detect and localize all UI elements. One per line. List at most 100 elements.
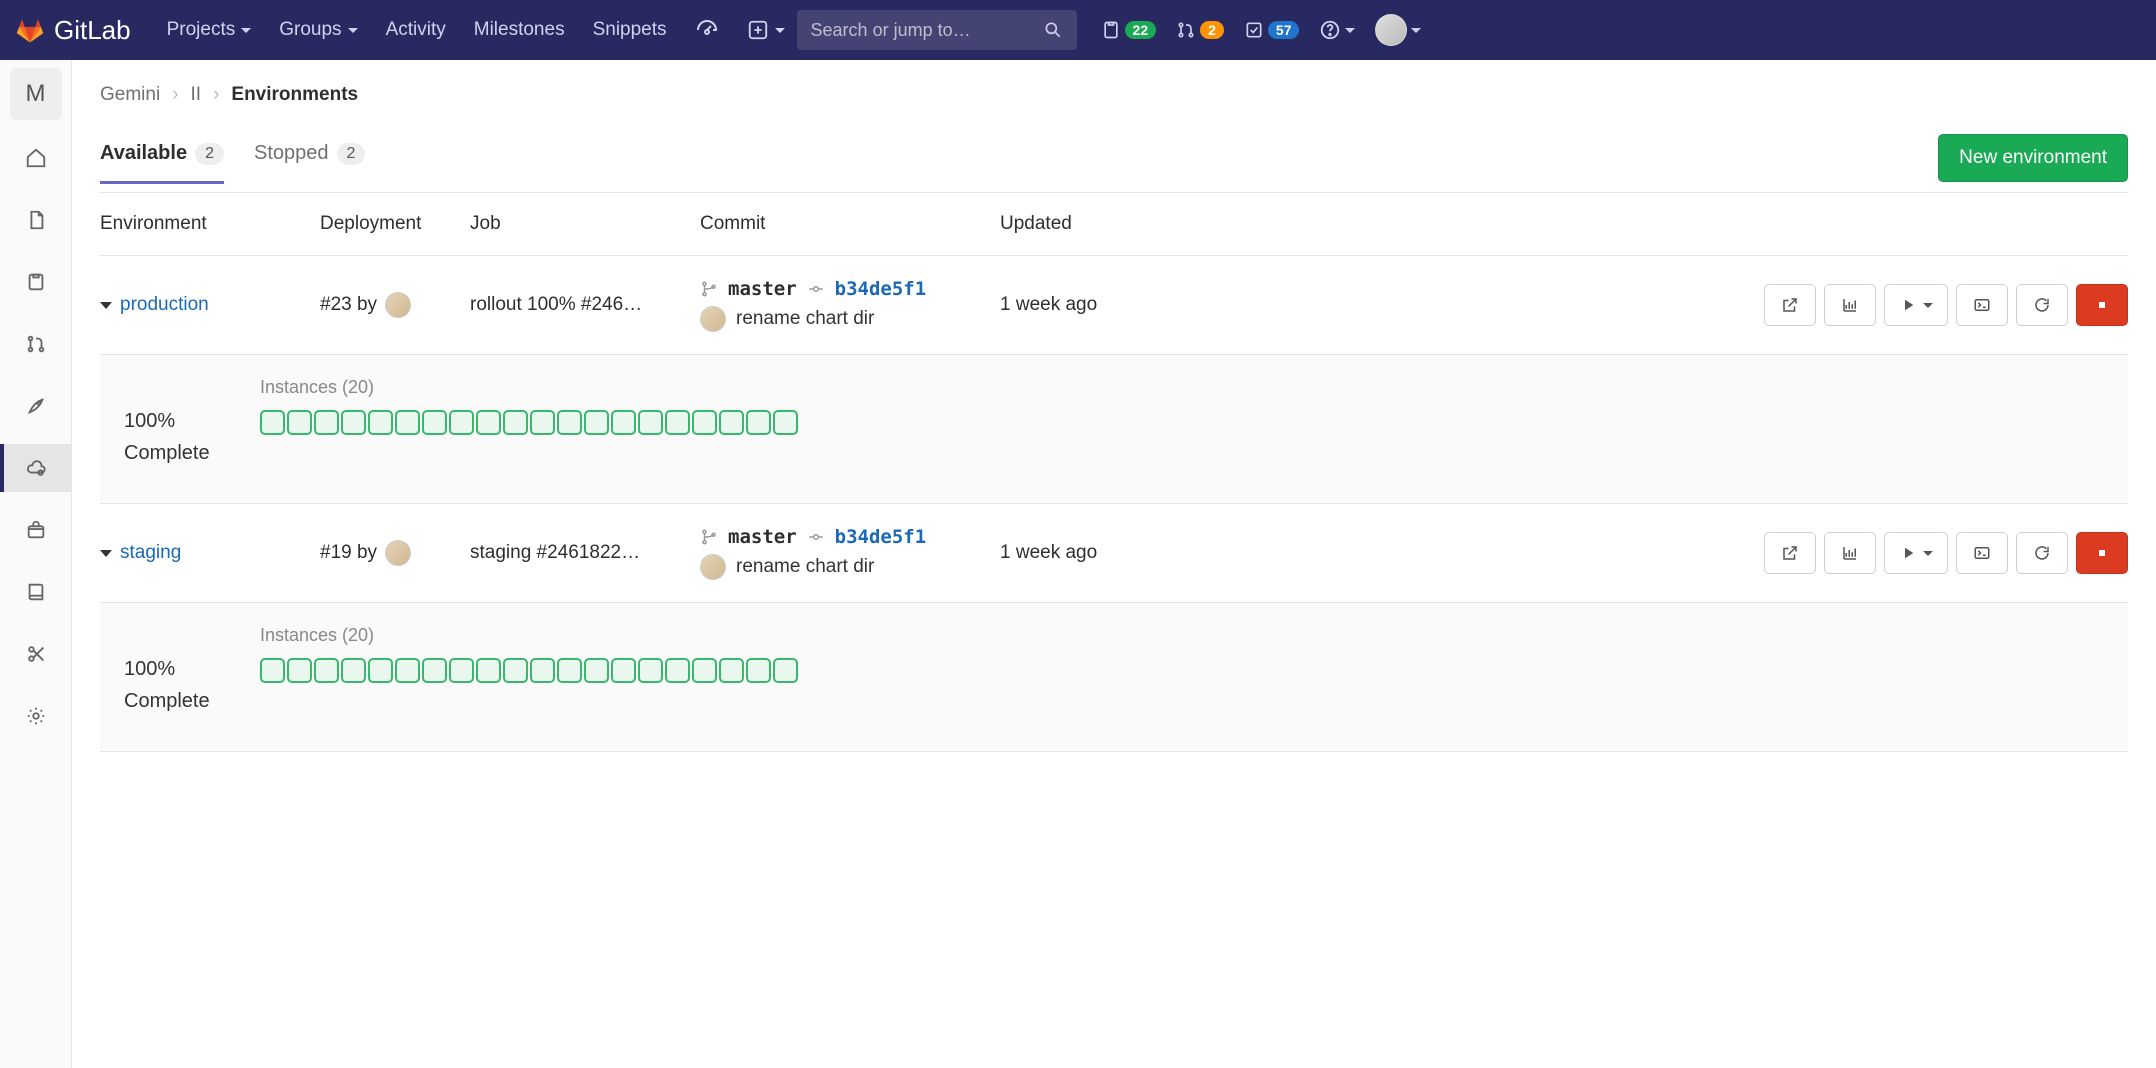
- sidebar-operations[interactable]: [0, 444, 72, 492]
- instance-box[interactable]: [557, 658, 582, 683]
- sidebar-settings[interactable]: [0, 692, 72, 740]
- instance-box[interactable]: [476, 410, 501, 435]
- instance-box[interactable]: [773, 658, 798, 683]
- issues-counter[interactable]: 22: [1101, 20, 1157, 40]
- tab-available[interactable]: Available 2: [100, 142, 224, 184]
- mr-counter[interactable]: 2: [1176, 20, 1224, 40]
- gitlab-logo[interactable]: GitLab: [16, 15, 131, 46]
- instance-box[interactable]: [719, 658, 744, 683]
- instance-box[interactable]: [638, 658, 663, 683]
- sidebar-packages[interactable]: [0, 506, 72, 554]
- plus-menu[interactable]: [747, 19, 785, 41]
- sidebar-mrs[interactable]: [0, 320, 72, 368]
- instance-box[interactable]: [368, 658, 393, 683]
- instance-box[interactable]: [449, 410, 474, 435]
- instance-box[interactable]: [503, 658, 528, 683]
- instance-box[interactable]: [746, 410, 771, 435]
- instance-box[interactable]: [260, 658, 285, 683]
- job-cell[interactable]: staging #2461822…: [470, 542, 700, 564]
- commit-sha[interactable]: b34de5f1: [835, 526, 927, 548]
- commit-message[interactable]: rename chart dir: [736, 308, 874, 330]
- instance-box[interactable]: [368, 410, 393, 435]
- sidebar-snippets[interactable]: [0, 630, 72, 678]
- instance-box[interactable]: [422, 410, 447, 435]
- instance-box[interactable]: [584, 410, 609, 435]
- deploy-button[interactable]: [1884, 284, 1948, 326]
- instance-box[interactable]: [422, 658, 447, 683]
- env-name-link[interactable]: production: [120, 294, 209, 316]
- redeploy-button[interactable]: [2016, 532, 2068, 574]
- sidebar-wiki[interactable]: [0, 568, 72, 616]
- sidebar-home[interactable]: [0, 134, 72, 182]
- nav-projects-label: Projects: [167, 19, 236, 41]
- search-box[interactable]: [797, 10, 1077, 50]
- commit-message[interactable]: rename chart dir: [736, 556, 874, 578]
- new-environment-button[interactable]: New environment: [1938, 134, 2128, 182]
- breadcrumb-link[interactable]: Gemini: [100, 84, 160, 106]
- instance-box[interactable]: [665, 658, 690, 683]
- instance-box[interactable]: [611, 410, 636, 435]
- avatar[interactable]: [700, 554, 726, 580]
- instance-box[interactable]: [395, 658, 420, 683]
- nav-groups[interactable]: Groups: [279, 19, 357, 41]
- gauge-icon[interactable]: [695, 18, 719, 42]
- commit-branch[interactable]: master: [728, 278, 797, 300]
- commit-sha[interactable]: b34de5f1: [835, 278, 927, 300]
- instance-box[interactable]: [611, 658, 636, 683]
- nav-milestones[interactable]: Milestones: [474, 19, 565, 41]
- instance-box[interactable]: [260, 410, 285, 435]
- sidebar-issues[interactable]: [0, 258, 72, 306]
- instance-box[interactable]: [314, 410, 339, 435]
- nav-projects[interactable]: Projects: [167, 19, 252, 41]
- instance-box[interactable]: [665, 410, 690, 435]
- instance-box[interactable]: [692, 410, 717, 435]
- avatar[interactable]: [385, 292, 411, 318]
- instance-box[interactable]: [395, 410, 420, 435]
- monitoring-button[interactable]: [1824, 284, 1876, 326]
- help-menu[interactable]: [1319, 19, 1355, 41]
- search-input[interactable]: [811, 20, 1043, 41]
- breadcrumb-link[interactable]: II: [191, 84, 202, 106]
- instance-box[interactable]: [287, 658, 312, 683]
- tab-stopped[interactable]: Stopped 2: [254, 142, 365, 184]
- instance-box[interactable]: [341, 658, 366, 683]
- instance-box[interactable]: [503, 410, 528, 435]
- instance-box[interactable]: [584, 658, 609, 683]
- sidebar-ci[interactable]: [0, 382, 72, 430]
- instance-box[interactable]: [692, 658, 717, 683]
- avatar[interactable]: [385, 540, 411, 566]
- open-live-button[interactable]: [1764, 284, 1816, 326]
- nav-snippets[interactable]: Snippets: [593, 19, 667, 41]
- nav-activity[interactable]: Activity: [386, 19, 446, 41]
- sidebar-repo[interactable]: [0, 196, 72, 244]
- instance-box[interactable]: [449, 658, 474, 683]
- instance-box[interactable]: [719, 410, 744, 435]
- stop-button[interactable]: [2076, 532, 2128, 574]
- avatar[interactable]: [700, 306, 726, 332]
- instance-box[interactable]: [476, 658, 501, 683]
- deploy-button[interactable]: [1884, 532, 1948, 574]
- env-name-cell[interactable]: production: [100, 294, 320, 316]
- stop-button[interactable]: [2076, 284, 2128, 326]
- terminal-button[interactable]: [1956, 532, 2008, 574]
- instance-box[interactable]: [530, 658, 555, 683]
- instance-box[interactable]: [638, 410, 663, 435]
- instance-box[interactable]: [746, 658, 771, 683]
- instance-box[interactable]: [287, 410, 312, 435]
- project-avatar[interactable]: M: [10, 68, 62, 120]
- instance-box[interactable]: [341, 410, 366, 435]
- redeploy-button[interactable]: [2016, 284, 2068, 326]
- env-name-cell[interactable]: staging: [100, 542, 320, 564]
- terminal-button[interactable]: [1956, 284, 2008, 326]
- commit-branch[interactable]: master: [728, 526, 797, 548]
- instance-box[interactable]: [314, 658, 339, 683]
- todos-counter[interactable]: 57: [1244, 20, 1300, 40]
- env-name-link[interactable]: staging: [120, 542, 181, 564]
- instance-box[interactable]: [773, 410, 798, 435]
- instance-box[interactable]: [557, 410, 582, 435]
- instance-box[interactable]: [530, 410, 555, 435]
- open-live-button[interactable]: [1764, 532, 1816, 574]
- user-menu[interactable]: [1375, 14, 1421, 46]
- job-cell[interactable]: rollout 100% #246…: [470, 294, 700, 316]
- monitoring-button[interactable]: [1824, 532, 1876, 574]
